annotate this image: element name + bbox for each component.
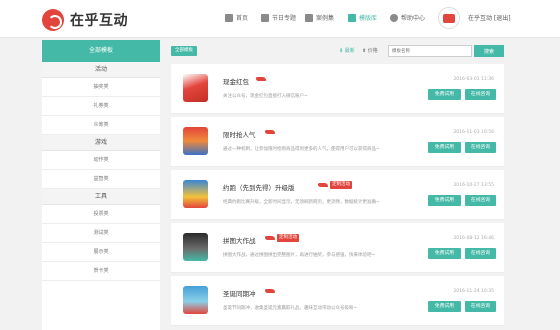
sidebar-group-tools[interactable]: 工具 bbox=[42, 189, 160, 205]
template-icon bbox=[348, 13, 356, 22]
sidebar-item-showcase[interactable]: 展示类 bbox=[42, 243, 160, 262]
sort-price-label: 价格 bbox=[367, 48, 378, 54]
custom-activity-badge: 定制活动 bbox=[277, 234, 299, 242]
free-trial-button[interactable]: 免费试用 bbox=[428, 142, 461, 153]
card-title[interactable]: 限时抢人气 bbox=[223, 129, 256, 139]
free-trial-button[interactable]: 免费试用 bbox=[428, 195, 461, 206]
template-card[interactable]: 限时抢人气 通过一种机制，让参加限时抢购商品得到更多的人气，使得用户可以获得商品… bbox=[171, 117, 504, 167]
hot-icon bbox=[265, 236, 275, 240]
sort-newest-label: 最新 bbox=[344, 48, 355, 54]
template-card[interactable]: 圣诞同期冲 圣诞节同期冲，收集圣诞元素赢取礼品，趣味互动带动公众号吸粉~ 201… bbox=[171, 276, 504, 326]
consult-button[interactable]: 在线咨询 bbox=[465, 195, 496, 206]
nav-templates[interactable]: 模版库 bbox=[348, 13, 377, 22]
card-date: 2016-10-27 13:55 bbox=[453, 183, 494, 188]
calendar-icon bbox=[261, 13, 269, 22]
search-button[interactable]: 搜索 bbox=[474, 45, 504, 57]
jigsaw-thumbnail[interactable] bbox=[183, 233, 208, 261]
nav-help-label: 帮助中心 bbox=[401, 15, 426, 22]
consult-button[interactable]: 在线咨询 bbox=[465, 248, 496, 259]
card-date: 2016-08-12 16:46 bbox=[453, 236, 494, 241]
grid-icon bbox=[305, 13, 313, 22]
card-title[interactable]: 圣诞同期冲 bbox=[223, 288, 256, 298]
card-description: 关注公众号，现金红包直接打入微信账户~ bbox=[223, 94, 308, 99]
card-title[interactable]: 现金红包 bbox=[223, 76, 249, 86]
consult-button[interactable]: 在线咨询 bbox=[465, 301, 496, 312]
filter-all-templates-tag[interactable]: 全部模板 bbox=[171, 46, 197, 56]
sidebar-item-test[interactable]: 测试类 bbox=[42, 224, 160, 243]
template-card[interactable]: 拼图大作战 定制活动 拼图大作战，通过拼图拼出完整图片，再进行抽奖，参与感强，快… bbox=[171, 223, 504, 273]
sidebar-item-action[interactable]: 动作类 bbox=[42, 151, 160, 170]
nav-home[interactable]: 首页 bbox=[225, 13, 248, 22]
user-account-link[interactable]: 在乎互动 [退出] bbox=[468, 13, 511, 22]
card-description: 圣诞节同期冲，收集圣诞元素赢取礼品，趣味互动带动公众号吸粉~ bbox=[223, 306, 358, 311]
search-input[interactable] bbox=[388, 45, 472, 57]
sort-price[interactable]: ⬍ 价格 bbox=[362, 47, 378, 54]
nav-templates-label: 模版库 bbox=[359, 15, 378, 22]
card-date: 2016-11-03 10:56 bbox=[453, 130, 494, 135]
nav-help[interactable]: 帮助中心 bbox=[390, 13, 425, 22]
sidebar-item-greeting-card[interactable]: 贺卡类 bbox=[42, 262, 160, 281]
nav-home-label: 首页 bbox=[236, 15, 249, 22]
user-logo-icon bbox=[443, 13, 455, 23]
hot-icon bbox=[256, 77, 266, 81]
sidebar-all-templates[interactable]: 全部模板 bbox=[42, 40, 160, 62]
card-description: 通过一种机制，让参加限时抢购商品得到更多的人气，使得用户可以获得商品~ bbox=[223, 147, 380, 152]
card-date: 2016-11-24 10:35 bbox=[453, 289, 494, 294]
free-trial-button[interactable]: 免费试用 bbox=[428, 248, 461, 259]
category-sidebar: 全部模板 活动 抽奖类 礼券类 众筹类 游戏 动作类 益智类 工具 投票类 测试… bbox=[42, 40, 160, 330]
sidebar-item-vote[interactable]: 投票类 bbox=[42, 205, 160, 224]
custom-activity-badge: 定制活动 bbox=[330, 181, 352, 189]
sidebar-item-coupon[interactable]: 礼券类 bbox=[42, 97, 160, 116]
card-date: 2016-03-01 11:36 bbox=[453, 77, 494, 82]
nav-cases[interactable]: 案例集 bbox=[305, 13, 334, 22]
avatar[interactable] bbox=[438, 7, 460, 29]
sidebar-item-crowdfunding[interactable]: 众筹类 bbox=[42, 116, 160, 135]
logo-icon bbox=[42, 9, 64, 31]
sidebar-group-activity[interactable]: 活动 bbox=[42, 62, 160, 78]
free-trial-button[interactable]: 免费试用 bbox=[428, 301, 461, 312]
red-envelope-thumbnail[interactable] bbox=[183, 74, 208, 102]
nav-festival[interactable]: 节日专题 bbox=[261, 13, 296, 22]
hot-icon bbox=[318, 183, 328, 187]
sidebar-item-lottery[interactable]: 抽奖类 bbox=[42, 78, 160, 97]
logo-text: 在乎互动 bbox=[70, 13, 128, 29]
help-icon bbox=[390, 13, 398, 22]
sidebar-item-puzzle[interactable]: 益智类 bbox=[42, 170, 160, 189]
card-title[interactable]: 拼图大作战 bbox=[223, 235, 256, 245]
home-icon bbox=[225, 13, 233, 22]
nav-festival-label: 节日专题 bbox=[272, 15, 297, 22]
logo[interactable]: 在乎互动 bbox=[42, 9, 128, 31]
card-title[interactable]: 约跑（先到先得）升级版 bbox=[223, 182, 295, 192]
hot-icon bbox=[265, 289, 275, 293]
sort-newest[interactable]: ⬇ 最新 bbox=[339, 47, 355, 54]
template-card[interactable]: 约跑（先到先得）升级版 定制活动 经典约跑比赛升级，全新时间显示，无须刷新网页，… bbox=[171, 170, 504, 220]
template-card[interactable]: 现金红包 关注公众号，现金红包直接打入微信账户~ 2016-03-01 11:3… bbox=[171, 64, 504, 114]
christmas-thumbnail[interactable] bbox=[183, 286, 208, 314]
nav-cases-label: 案例集 bbox=[316, 15, 335, 22]
flash-sale-thumbnail[interactable] bbox=[183, 127, 208, 155]
running-game-thumbnail[interactable] bbox=[183, 180, 208, 208]
consult-button[interactable]: 在线咨询 bbox=[465, 142, 496, 153]
top-header: 在乎互动 首页 节日专题 案例集 模版库 帮助中心 在乎互动 [退出] bbox=[0, 0, 560, 38]
consult-button[interactable]: 在线咨询 bbox=[465, 89, 496, 100]
hot-icon bbox=[265, 130, 275, 134]
sidebar-group-game[interactable]: 游戏 bbox=[42, 135, 160, 151]
card-description: 经典约跑比赛升级，全新时间显示，无须刷新网页，更流畅，数据统计更准确~ bbox=[223, 200, 380, 205]
free-trial-button[interactable]: 免费试用 bbox=[428, 89, 461, 100]
card-description: 拼图大作战，通过拼图拼出完整图片，再进行抽奖，参与感强，快来体验吧~ bbox=[223, 253, 376, 258]
